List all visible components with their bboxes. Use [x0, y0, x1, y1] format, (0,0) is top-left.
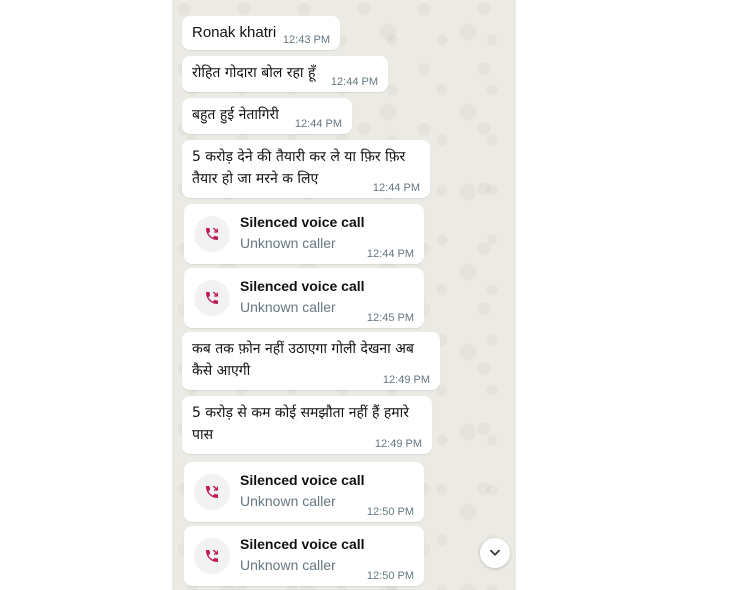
message-text: बहुत हुई नेतागिरी: [192, 107, 279, 123]
message-time: 12:44 PM: [372, 182, 420, 194]
message-time: 12:44 PM: [294, 118, 342, 130]
message-text: रोहित गोदारा बोल रहा हूँ: [192, 65, 316, 81]
silenced-call-bubble[interactable]: Silenced voice call Unknown caller 12:50…: [184, 462, 424, 522]
message-bubble[interactable]: कब तक फ़ोन नहीं उठाएगा गोली देखना अब कैस…: [182, 332, 440, 390]
call-subtitle: Unknown caller: [240, 235, 336, 251]
call-time: 12:50 PM: [366, 570, 414, 582]
silenced-call-bubble[interactable]: Silenced voice call Unknown caller 12:50…: [184, 526, 424, 586]
silenced-call-bubble[interactable]: Silenced voice call Unknown caller 12:44…: [184, 204, 424, 264]
scroll-to-bottom-button[interactable]: [480, 538, 510, 568]
call-title: Silenced voice call: [240, 214, 365, 230]
call-time: 12:50 PM: [366, 506, 414, 518]
chevron-down-icon: [490, 549, 500, 556]
missed-call-icon: [194, 538, 230, 574]
call-subtitle: Unknown caller: [240, 557, 336, 573]
message-bubble[interactable]: 5 करोड़ देने की तैयारी कर ले या फ़िर फ़ि…: [182, 140, 430, 198]
message-bubble[interactable]: Ronak khatri 12:43 PM: [182, 16, 340, 50]
call-subtitle: Unknown caller: [240, 299, 336, 315]
message-bubble[interactable]: बहुत हुई नेतागिरी 12:44 PM: [182, 98, 352, 134]
missed-call-icon: [194, 474, 230, 510]
message-time: 12:49 PM: [382, 374, 430, 386]
call-time: 12:45 PM: [366, 312, 414, 324]
call-time: 12:44 PM: [366, 248, 414, 260]
call-title: Silenced voice call: [240, 278, 365, 294]
message-bubble[interactable]: 5 करोड़ से कम कोई समझौता नहीं हैं हमारे …: [182, 396, 432, 454]
call-title: Silenced voice call: [240, 536, 365, 552]
silenced-call-bubble[interactable]: Silenced voice call Unknown caller 12:45…: [184, 268, 424, 328]
message-time: 12:49 PM: [374, 438, 422, 450]
message-bubble[interactable]: रोहित गोदारा बोल रहा हूँ 12:44 PM: [182, 56, 388, 92]
message-time: 12:44 PM: [330, 76, 378, 88]
message-time: 12:43 PM: [282, 34, 330, 46]
missed-call-icon: [194, 280, 230, 316]
chat-area: Ronak khatri 12:43 PM रोहित गोदारा बोल र…: [172, 0, 516, 590]
call-title: Silenced voice call: [240, 472, 365, 488]
missed-call-icon: [194, 216, 230, 252]
call-subtitle: Unknown caller: [240, 493, 336, 509]
